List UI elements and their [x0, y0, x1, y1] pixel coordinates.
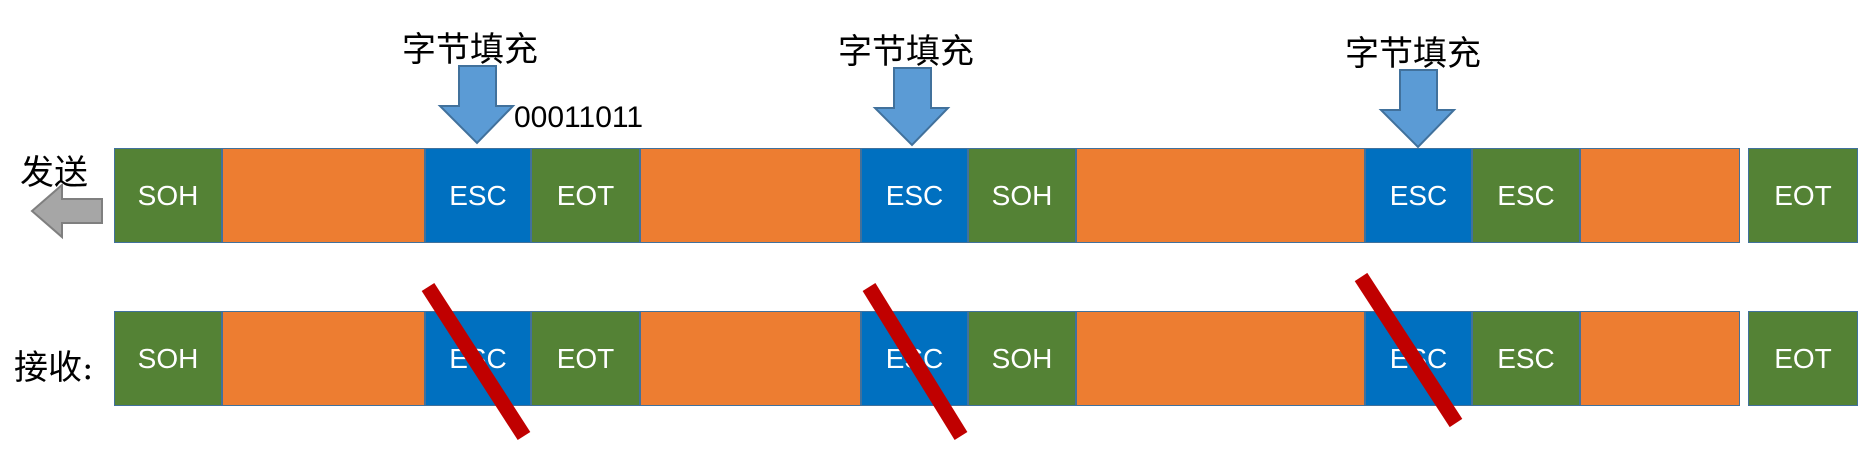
down-arrow-icon [437, 65, 516, 145]
down-arrow-icon [1378, 69, 1457, 149]
send-direction-arrow-icon [30, 182, 103, 240]
strike-mark-3 [1354, 272, 1463, 428]
strike-mark-2 [862, 283, 968, 440]
down-arrow-icon [872, 67, 951, 147]
annotation-overlay [30, 65, 1463, 441]
strike-mark-1 [421, 282, 531, 441]
